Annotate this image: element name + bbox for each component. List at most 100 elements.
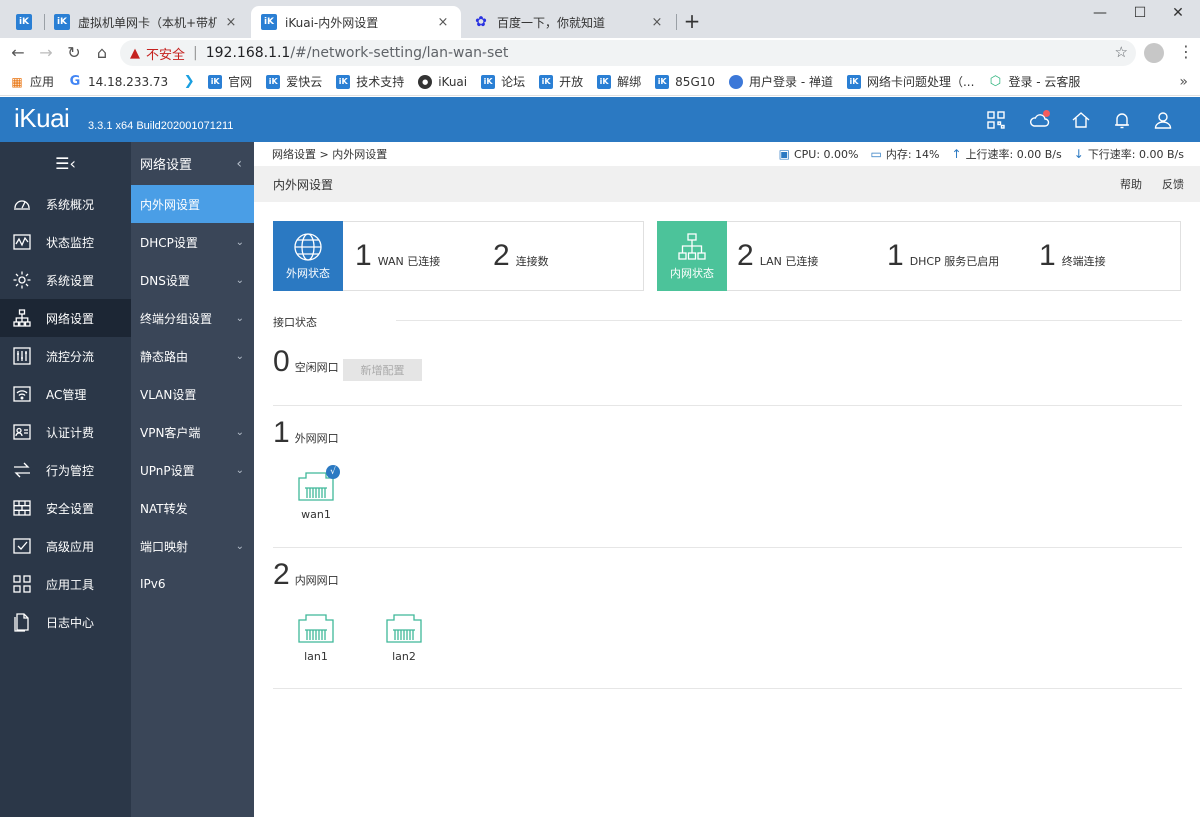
forward-button[interactable]: → <box>34 41 58 65</box>
sidebar-item-auth-billing[interactable]: 认证计费 <box>0 413 131 451</box>
url-path: /#/network-setting/lan-wan-set <box>290 45 509 61</box>
tab-close-icon[interactable]: × <box>223 15 239 30</box>
subside-item-dns[interactable]: DNS设置 ⌄ <box>131 261 254 299</box>
collapse-chevron-icon[interactable]: ‹ <box>236 156 242 172</box>
network-tree-icon <box>678 232 706 260</box>
chevron-down-icon: ⌄ <box>235 426 244 438</box>
wan-status-badge[interactable]: 外网状态 <box>273 220 343 291</box>
bookmark-star-icon[interactable]: ☆ <box>1115 43 1128 61</box>
minimize-button[interactable]: — <box>1078 0 1122 28</box>
ik-icon: iK <box>597 74 612 89</box>
bookmark-85g10[interactable]: iK 85G10 <box>655 74 715 89</box>
tab-virtual-nic[interactable]: iK 虚拟机单网卡（本机+带机上网） × <box>44 6 249 38</box>
tab-close-icon[interactable]: × <box>435 15 451 30</box>
bookmark-ip[interactable]: G 14.18.233.73 <box>68 74 169 89</box>
tab-pinned[interactable]: iK <box>6 6 42 38</box>
back-button[interactable]: ← <box>6 41 30 65</box>
subside-item-upnp[interactable]: UPnP设置 ⌄ <box>131 451 254 489</box>
sidebar-toggle-button[interactable]: ☰‹ <box>0 142 131 185</box>
subside-item-static-route[interactable]: 静态路由 ⌄ <box>131 337 254 375</box>
bookmark-zentao[interactable]: 用户登录 - 禅道 <box>729 73 833 90</box>
bookmark-forum[interactable]: iK 论坛 <box>481 73 525 90</box>
wifi-icon <box>12 384 32 404</box>
tab-close-icon[interactable]: × <box>649 15 665 30</box>
tab-title: 百度一下，你就知道 <box>497 15 606 30</box>
sidebar-item-behavior[interactable]: 行为管控 <box>0 451 131 489</box>
port-lan1[interactable]: lan1 <box>286 612 346 663</box>
ik-icon: iK <box>261 14 277 30</box>
bookmark-support[interactable]: iK 技术支持 <box>336 73 404 90</box>
bookmark-ikuai-cloud[interactable]: iK 爱快云 <box>266 73 322 90</box>
subside-item-dhcp[interactable]: DHCP设置 ⌄ <box>131 223 254 261</box>
home-icon[interactable] <box>1070 109 1092 131</box>
firewall-icon <box>12 498 32 518</box>
bookmark-unbind[interactable]: iK 解绑 <box>597 73 641 90</box>
sidebar-item-ac[interactable]: AC管理 <box>0 375 131 413</box>
lan-status-badge[interactable]: 内网状态 <box>657 220 727 291</box>
tab-ikuai-lan-wan[interactable]: iK iKuai-内外网设置 × <box>251 6 461 38</box>
reload-button[interactable]: ↻ <box>62 41 86 65</box>
close-window-button[interactable]: ✕ <box>1156 0 1200 28</box>
sidebar-item-security[interactable]: 安全设置 <box>0 489 131 527</box>
bookmark-cloud-service[interactable]: ⬡ 登录 - 云客服 <box>988 73 1081 90</box>
notification-dot <box>1043 110 1050 117</box>
download-stat: ↓ 下行速率: 0.00 B/s <box>1073 147 1184 161</box>
user-icon[interactable] <box>1152 109 1174 131</box>
subside-item-vpn-client[interactable]: VPN客户端 ⌄ <box>131 413 254 451</box>
lan-connected-stat: 2 LAN 已连接 <box>737 239 819 272</box>
home-button[interactable]: ⌂ <box>90 41 114 65</box>
sidebar-item-flow-control[interactable]: 流控分流 <box>0 337 131 375</box>
feedback-link[interactable]: 反馈 <box>1162 176 1184 192</box>
add-config-button[interactable]: 新增配置 <box>343 359 422 381</box>
document-icon <box>12 612 32 632</box>
memory-stat: ▭ 内存: 14% <box>870 147 940 161</box>
page-title: 内外网设置 <box>273 177 334 192</box>
memory-icon: ▭ <box>870 147 882 161</box>
baidu-paw-icon: ✿ <box>475 14 487 30</box>
ik-icon: iK <box>655 74 670 89</box>
tab-baidu[interactable]: ✿ 百度一下，你就知道 × <box>463 6 675 38</box>
new-tab-button[interactable]: + <box>680 8 704 36</box>
bookmark-s[interactable]: ❯ <box>182 74 202 89</box>
help-link[interactable]: 帮助 <box>1120 176 1142 192</box>
bookmark-nic-issue[interactable]: iK 网络卡问题处理（... <box>846 73 974 90</box>
sidebar-item-tools[interactable]: 应用工具 <box>0 565 131 603</box>
version-label: 3.3.1 x64 Build202001071211 <box>88 120 234 132</box>
sidebar-item-system-settings[interactable]: 系统设置 <box>0 261 131 299</box>
sidebar-item-network[interactable]: 网络设置 <box>0 299 131 337</box>
arrows-icon <box>12 460 32 480</box>
ikuai-logo[interactable]: iKuai <box>14 103 70 134</box>
subside-item-lan-wan[interactable]: 内外网设置 <box>131 185 254 223</box>
bookmark-open[interactable]: iK 开放 <box>539 73 583 90</box>
divider <box>273 688 1182 689</box>
connection-count-stat: 2 连接数 <box>493 239 549 272</box>
bookmark-official[interactable]: iK 官网 <box>208 73 252 90</box>
bookmarks-bar: ▦ 应用 G 14.18.233.73 ❯ iK 官网 iK 爱快云 iK 技术支持 ● i… <box>0 68 1200 96</box>
bookmarks-more-button[interactable]: » <box>1179 74 1188 90</box>
url-input[interactable]: ▲ 不安全 | 192.168.1.1 /#/network-setting/l… <box>120 40 1136 66</box>
subside-item-terminal-group[interactable]: 终端分组设置 ⌄ <box>131 299 254 337</box>
qr-code-icon[interactable] <box>985 109 1007 131</box>
insecure-label: 不安全 <box>146 47 186 63</box>
sidebar-item-monitor[interactable]: 状态监控 <box>0 223 131 261</box>
bookmark-ikuai-github[interactable]: ● iKuai <box>418 74 467 89</box>
sidebar-item-overview[interactable]: 系统概况 <box>0 185 131 223</box>
warning-icon: ▲ <box>130 45 140 61</box>
browser-menu-icon[interactable]: ⋮ <box>1178 44 1194 60</box>
app-header: iKuai 3.3.1 x64 Build202001071211 <box>0 97 1200 142</box>
bell-icon[interactable] <box>1111 109 1133 131</box>
port-lan2[interactable]: lan2 <box>374 612 434 663</box>
connected-check-icon: √ <box>326 465 340 479</box>
subside-item-ipv6[interactable]: IPv6 <box>131 565 254 603</box>
url-separator: | <box>193 45 198 61</box>
bookmark-apps[interactable]: ▦ 应用 <box>10 73 54 90</box>
tab-separator <box>676 14 677 30</box>
sidebar-item-logs[interactable]: 日志中心 <box>0 603 131 641</box>
subside-item-port-mapping[interactable]: 端口映射 ⌄ <box>131 527 254 565</box>
profile-avatar[interactable] <box>1144 43 1164 63</box>
chevron-down-icon: ⌄ <box>235 236 244 248</box>
subside-item-nat[interactable]: NAT转发 <box>131 489 254 527</box>
wan-status-card: 外网状态 1 WAN 已连接 2 连接数 <box>273 220 644 291</box>
sidebar-item-advanced[interactable]: 高级应用 <box>0 527 131 565</box>
subside-item-vlan[interactable]: VLAN设置 <box>131 375 254 413</box>
